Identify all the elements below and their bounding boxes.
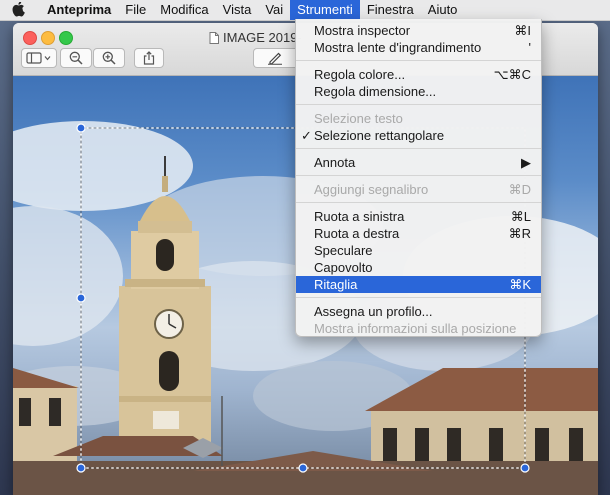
menu-item-label: Selezione testo — [314, 111, 403, 126]
zoom-in-icon — [102, 51, 116, 65]
menu-item-label: Mostra inspector — [314, 23, 411, 38]
menu-item-label: Ritaglia — [314, 277, 358, 292]
sidebar-icon — [26, 52, 51, 64]
pen-icon — [267, 52, 282, 65]
sidebar-view-button[interactable] — [21, 48, 57, 68]
menu-item-label: Ruota a destra — [314, 226, 400, 241]
menu-file[interactable]: File — [118, 0, 153, 20]
menu-item-assegna-un-profilo[interactable]: Assegna un profilo... — [296, 303, 541, 320]
markup-pen-button[interactable] — [253, 48, 295, 68]
document-icon — [209, 31, 219, 44]
menu-finestra[interactable]: Finestra — [360, 0, 421, 20]
menu-item-shortcut: ⌘I — [514, 23, 531, 38]
menu-separator — [296, 148, 541, 149]
menu-item-ruota-a-destra[interactable]: Ruota a destra ⌘R — [296, 225, 541, 242]
menu-strumenti[interactable]: Strumenti — [290, 0, 360, 20]
checkmark-icon: ✓ — [301, 128, 312, 143]
menu-aiuto[interactable]: Aiuto — [421, 0, 465, 20]
zoom-window-button[interactable] — [59, 31, 73, 45]
minimize-window-button[interactable] — [41, 31, 55, 45]
strumenti-menu: Mostra inspector ⌘I Mostra lente d'ingrand… — [295, 19, 542, 337]
menu-item-shortcut: ⌘R — [508, 226, 531, 241]
crop-handle-bottom[interactable] — [298, 463, 308, 473]
share-button[interactable] — [134, 48, 164, 68]
menu-item-aggiungi-segnalibro: Aggiungi segnalibro ⌘D — [296, 181, 541, 198]
menu-vista[interactable]: Vista — [216, 0, 259, 20]
menu-item-label: Selezione rettangolare — [314, 128, 445, 143]
submenu-arrow-icon: ▶ — [521, 155, 531, 170]
share-icon — [143, 51, 155, 65]
menu-item-shortcut: ⌘D — [508, 182, 531, 197]
menu-item-regola-colore[interactable]: Regola colore... ⌥⌘C — [296, 66, 541, 83]
menu-item-mostra-inspector[interactable]: Mostra inspector ⌘I — [296, 22, 541, 39]
menu-item-label: Aggiungi segnalibro — [314, 182, 429, 197]
menu-item-shortcut: ⌥⌘C — [493, 67, 531, 82]
menu-item-label: Capovolto — [314, 260, 373, 275]
menu-app-name[interactable]: Anteprima — [40, 0, 118, 20]
menu-item-label: Regola dimensione... — [314, 84, 437, 99]
menu-separator — [296, 104, 541, 105]
menu-separator — [296, 60, 541, 61]
menu-separator — [296, 297, 541, 298]
zoom-out-button[interactable] — [60, 48, 92, 68]
crop-handle-left[interactable] — [76, 293, 86, 303]
menu-item-label: Mostra lente d'ingrandimento — [314, 40, 482, 55]
menu-item-selezione-rettangolare[interactable]: ✓ Selezione rettangolare — [296, 127, 541, 144]
menubar: Anteprima File Modifica Vista Vai Strume… — [0, 0, 610, 21]
menu-item-mostra-lente-d-ingrandimento[interactable]: Mostra lente d'ingrandimento ' — [296, 39, 541, 56]
menu-item-shortcut: ⌘L — [510, 209, 531, 224]
menu-vai[interactable]: Vai — [258, 0, 290, 20]
apple-menu-icon[interactable] — [12, 2, 30, 18]
menu-item-ruota-a-sinistra[interactable]: Ruota a sinistra ⌘L — [296, 208, 541, 225]
document-title-text: IMAGE 2019- — [223, 30, 302, 45]
menu-item-shortcut: ⌘K — [509, 277, 531, 292]
crop-handle-bottom-left[interactable] — [76, 463, 86, 473]
menu-item-label: Regola colore... — [314, 67, 406, 82]
menu-separator — [296, 175, 541, 176]
menu-item-capovolto[interactable]: Capovolto — [296, 259, 541, 276]
menu-item-label: Annota — [314, 155, 356, 170]
menu-item-mostra-informazioni-sulla-posizione: Mostra informazioni sulla posizione — [296, 320, 541, 337]
menu-item-annota[interactable]: Annota ▶ — [296, 154, 541, 171]
menu-item-label: Speculare — [314, 243, 373, 258]
menu-item-label: Ruota a sinistra — [314, 209, 405, 224]
menu-item-shortcut: ' — [528, 40, 531, 55]
menu-modifica[interactable]: Modifica — [153, 0, 215, 20]
menu-separator — [296, 202, 541, 203]
menu-item-speculare[interactable]: Speculare — [296, 242, 541, 259]
close-window-button[interactable] — [23, 31, 37, 45]
zoom-in-button[interactable] — [93, 48, 125, 68]
menu-item-ritaglia[interactable]: Ritaglia ⌘K — [296, 276, 541, 293]
menu-item-label: Mostra informazioni sulla posizione — [314, 321, 517, 336]
menu-item-label: Assegna un profilo... — [314, 304, 433, 319]
menu-item-selezione-testo: Selezione testo — [296, 110, 541, 127]
menu-item-regola-dimensione[interactable]: Regola dimensione... — [296, 83, 541, 100]
document-title: IMAGE 2019- — [209, 30, 302, 45]
crop-handle-bottom-right[interactable] — [520, 463, 530, 473]
crop-handle-top-left[interactable] — [76, 123, 86, 133]
zoom-out-icon — [69, 51, 83, 65]
